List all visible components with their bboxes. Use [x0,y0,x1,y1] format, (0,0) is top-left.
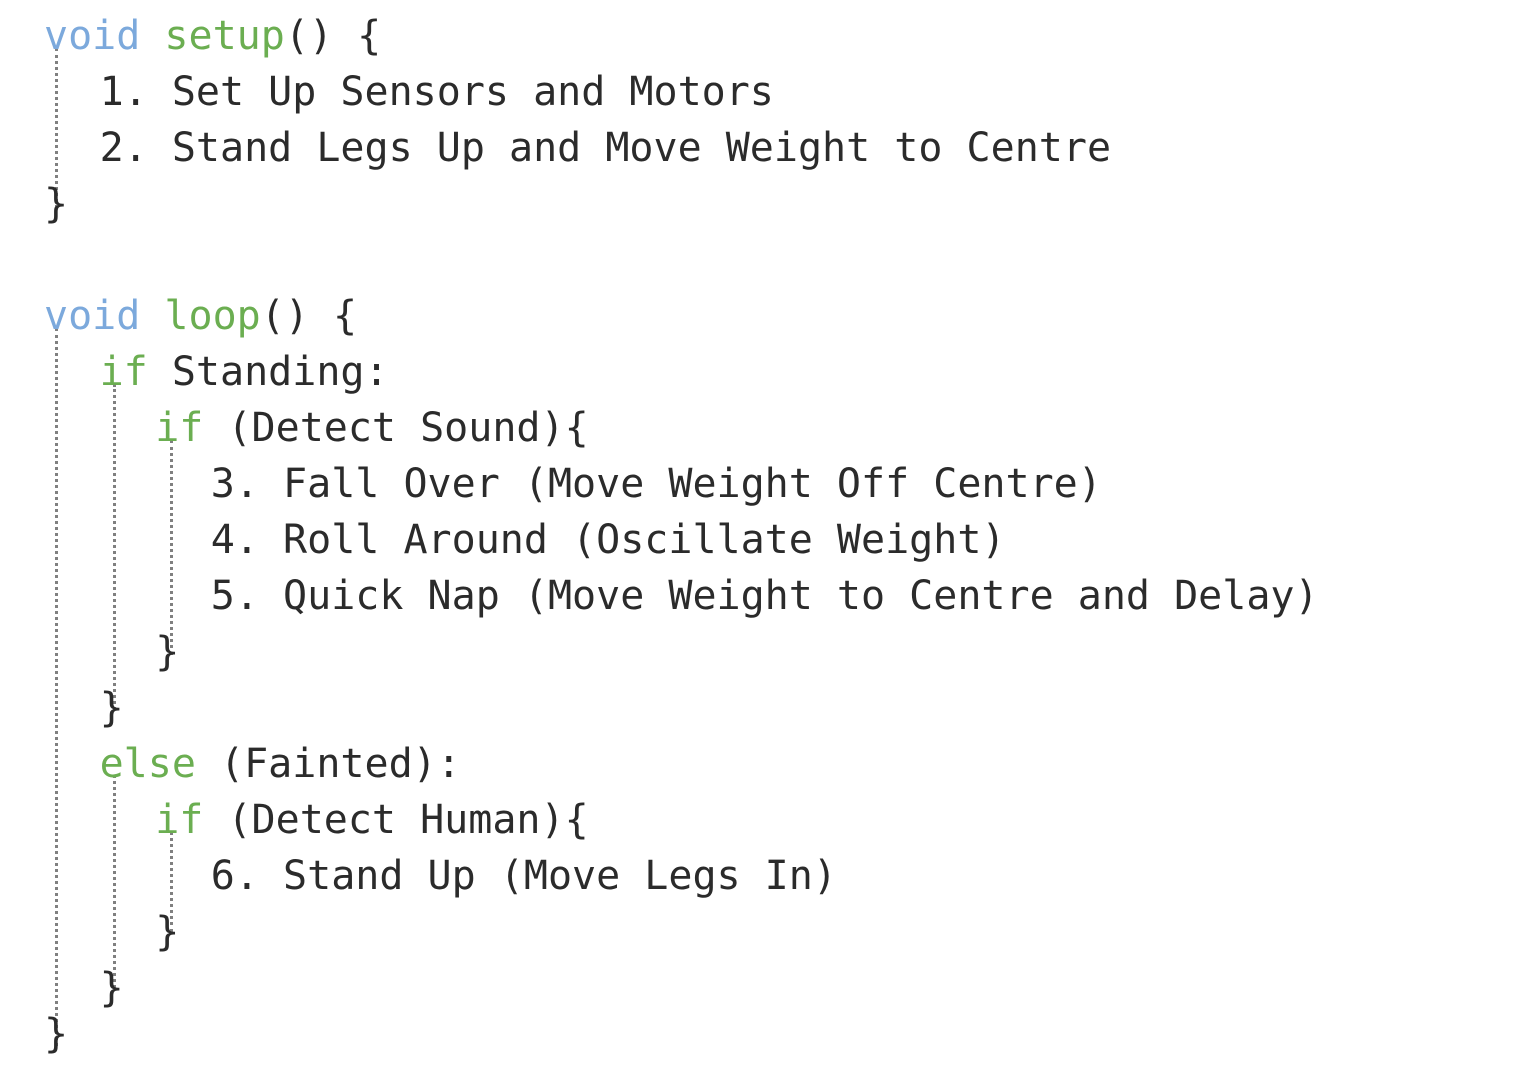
code-line: 4. Roll Around (Oscillate Weight) [211,512,1006,568]
code-token-kw-type: void [44,293,141,339]
code-line: else (Fainted): [100,736,461,792]
code-token-fn: loop [164,293,261,339]
code-line: } [155,904,179,960]
code-token-plain: () { [260,293,358,339]
code-token-plain: } [99,685,124,731]
code-line: if (Detect Human){ [155,792,588,848]
code-token-plain: 1. Set Up Sensors and Motors [99,69,774,115]
code-line: } [44,176,68,232]
code-line: } [155,624,179,680]
code-token-plain: 2. Stand Legs Up and Move Weight to Cent… [99,125,1112,171]
code-listing: void setup() {1. Set Up Sensors and Moto… [0,0,1526,1066]
code-token-plain: 5. Quick Nap (Move Weight to Centre and … [210,573,1319,619]
code-line: 2. Stand Legs Up and Move Weight to Cent… [100,120,1111,176]
code-line: } [100,680,124,736]
code-token-plain: } [44,1011,69,1057]
code-token-plain: (Detect Human){ [203,797,589,843]
code-token-plain: } [99,965,124,1011]
indent-guide [113,775,116,988]
code-token-fn: setup [164,13,285,59]
indent-guide [170,440,173,655]
code-token-plain: } [155,909,180,955]
code-line: } [100,960,124,1016]
code-token-kw-ctrl: else [99,741,196,787]
code-token-kw-type: void [44,13,141,59]
code-line: 3. Fall Over (Move Weight Off Centre) [211,456,1102,512]
code-token-plain: 4. Roll Around (Oscillate Weight) [210,517,1006,563]
code-token-kw-ctrl: if [155,405,204,451]
code-line: void setup() { [44,8,381,64]
code-token-kw-ctrl: if [99,349,148,395]
code-token-kw-ctrl: if [155,797,204,843]
code-token-plain: 3. Fall Over (Move Weight Off Centre) [210,461,1102,507]
code-line: 6. Stand Up (Move Legs In) [211,848,837,904]
code-line: 1. Set Up Sensors and Motors [100,64,774,120]
code-token-plain: } [44,181,69,227]
code-token-plain: (Fainted): [195,741,461,787]
code-line: } [44,1006,68,1062]
code-token-plain: () { [284,13,382,59]
code-line: 5. Quick Nap (Move Weight to Centre and … [211,568,1319,624]
code-token-plain: Standing: [147,349,389,395]
code-line: if Standing: [100,344,389,400]
indent-guide [113,384,116,710]
code-token-plain: } [155,629,180,675]
code-token-plain: 6. Stand Up (Move Legs In) [210,853,837,899]
code-line: void loop() { [44,288,357,344]
code-line: if (Detect Sound){ [155,400,588,456]
indent-guide [55,328,58,1046]
code-token-plain: (Detect Sound){ [203,405,589,451]
